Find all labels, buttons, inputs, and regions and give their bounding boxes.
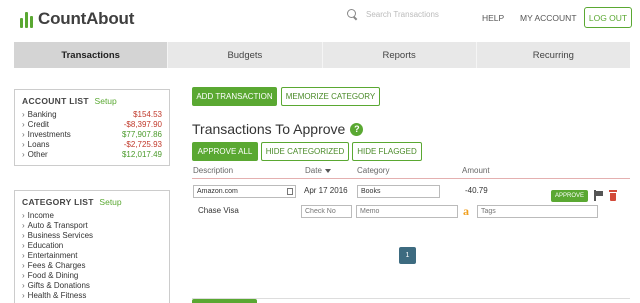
flag-icon[interactable] [594,190,603,201]
account-balance: $154.53 [133,110,162,119]
section-title: Transactions To Approve ? [192,121,364,137]
account-list-header: ACCOUNT LIST Setup [22,96,162,106]
transaction-date[interactable]: Apr 17 2016 [304,186,348,195]
account-name: Investments [22,130,71,140]
approve-all-button[interactable]: APPROVE ALL [192,142,258,161]
account-row-banking[interactable]: Banking $154.53 [22,110,162,120]
account-balance: -$2,725.93 [123,140,162,149]
payee-value: Amazon.com [197,188,238,195]
section-title-text: Transactions To Approve [192,121,346,137]
category-item[interactable]: Business Services [22,231,162,241]
search-icon[interactable] [347,9,358,20]
bottom-divider [192,298,630,299]
account-name: Other [22,150,48,160]
category-list-title: CATEGORY LIST [22,197,94,207]
category-list-header: CATEGORY LIST Setup [22,197,162,207]
sort-down-icon [324,168,331,173]
payee-lookup-icon[interactable] [287,188,293,195]
column-header-date[interactable]: Date [305,166,331,175]
category-item[interactable]: Gifts & Donations [22,281,162,291]
tab-reports[interactable]: Reports [323,42,477,68]
account-name: Banking [22,110,57,120]
trash-icon[interactable] [609,190,617,201]
account-setup-link[interactable]: Setup [95,96,117,106]
top-header: CountAbout HELP MY ACCOUNT LOG OUT [0,0,640,38]
transaction-amount: -40.79 [465,186,488,195]
account-name: Credit [22,120,49,130]
category-item[interactable]: Health & Fitness [22,291,162,301]
memo-input[interactable] [356,205,458,218]
category-field[interactable]: Books [357,185,440,198]
category-item[interactable]: Entertainment [22,251,162,261]
add-transaction-button[interactable]: ADD TRANSACTION [192,87,277,106]
category-item[interactable]: Food & Dining [22,271,162,281]
search-box [347,9,461,20]
search-input[interactable] [366,10,461,19]
category-item[interactable]: Income [22,211,162,221]
bottom-section-button[interactable] [192,299,257,303]
account-list-title: ACCOUNT LIST [22,96,89,106]
category-item[interactable]: Education [22,241,162,251]
category-list-panel: CATEGORY LIST Setup Income Auto & Transp… [14,190,170,303]
category-value: Books [361,188,381,195]
amazon-icon: a [463,204,469,218]
account-list-panel: ACCOUNT LIST Setup Banking $154.53 Credi… [14,89,170,166]
tab-transactions[interactable]: Transactions [14,42,169,68]
hide-flagged-button[interactable]: HIDE FLAGGED [352,142,422,161]
logo[interactable]: CountAbout [20,9,134,29]
account-balance: $12,017.49 [121,150,162,159]
my-account-link[interactable]: MY ACCOUNT [520,13,577,23]
category-item[interactable]: Fees & Charges [22,261,162,271]
transaction-account: Chase Visa [198,206,239,215]
account-balance: $77,907.86 [121,130,162,139]
category-item[interactable]: Auto & Transport [22,221,162,231]
account-row-credit[interactable]: Credit -$8,397.90 [22,120,162,130]
category-setup-link[interactable]: Setup [99,197,121,207]
logout-button[interactable]: LOG OUT [584,7,632,28]
approve-button[interactable]: APPROVE [551,190,588,202]
tab-budgets[interactable]: Budgets [168,42,323,68]
tab-recurring[interactable]: Recurring [477,42,630,68]
account-balance: -$8,397.90 [123,120,162,129]
pagination-page-1[interactable]: 1 [399,247,416,264]
tags-input[interactable] [477,205,598,218]
column-header-description: Description [193,166,234,175]
check-no-input[interactable] [301,205,352,218]
column-header-amount: Amount [462,166,490,175]
memorize-category-button[interactable]: MEMORIZE CATEGORY [281,87,380,106]
account-row-investments[interactable]: Investments $77,907.86 [22,130,162,140]
help-link[interactable]: HELP [482,13,504,23]
hide-categorized-button[interactable]: HIDE CATEGORIZED [261,142,349,161]
main-tabs: Transactions Budgets Reports Recurring [14,42,630,68]
account-name: Loans [22,140,50,150]
help-icon[interactable]: ? [350,122,364,136]
column-header-date-label: Date [305,166,322,175]
account-row-other[interactable]: Other $12,017.49 [22,150,162,160]
logo-text: CountAbout [38,9,135,28]
column-header-category: Category [357,166,390,175]
account-row-loans[interactable]: Loans -$2,725.93 [22,140,162,150]
payee-field[interactable]: Amazon.com [193,185,296,198]
logo-bars-icon [20,10,33,28]
header-divider [192,178,630,179]
